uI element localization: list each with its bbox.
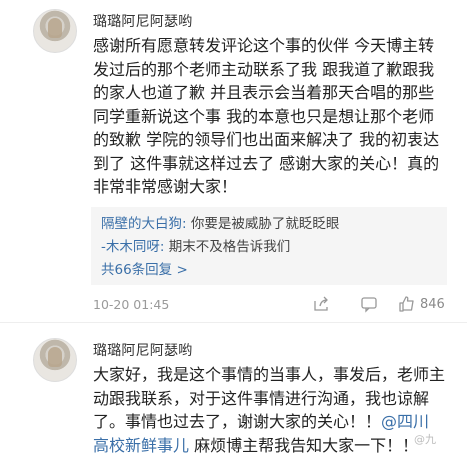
thumbs-up-icon	[398, 295, 416, 313]
divider	[0, 322, 467, 323]
share-icon	[312, 295, 330, 313]
like-action[interactable]: 846	[398, 292, 445, 316]
more-replies-link[interactable]: 共66条回复 >	[101, 259, 439, 282]
comment-username[interactable]: 璐璐阿尼阿瑟哟	[93, 340, 192, 360]
reply-user[interactable]: -木木同呀:	[101, 239, 164, 255]
avatar[interactable]	[33, 338, 77, 382]
reply-text: 期末不及格告诉我们	[164, 239, 291, 255]
reply-user[interactable]: 隔壁的大白狗:	[101, 216, 187, 232]
reply-text: 你要是被威胁了就眨眨眼	[186, 216, 340, 232]
reply-item[interactable]: 隔壁的大白狗: 你要是被威胁了就眨眨眼	[101, 213, 439, 236]
watermark: @九	[414, 433, 436, 446]
like-count: 846	[420, 296, 445, 312]
comment-text: 感谢所有愿意转发评论这个事的伙伴 今天博主转发过后的那个老师主动联系了我 跟我道…	[93, 36, 440, 196]
comment-text: 大家好，我是这个事情的当事人，事发后，老师主动跟我联系，对于这件事情进行沟通，我…	[93, 363, 445, 457]
comment-username[interactable]: 璐璐阿尼阿瑟哟	[93, 11, 192, 31]
comment-action[interactable]	[360, 292, 378, 316]
share-action[interactable]	[312, 292, 330, 316]
timestamp: 10-20 01:45	[93, 297, 170, 312]
avatar[interactable]	[33, 9, 77, 53]
comment-text-part: 麻烦博主帮我告知大家一下！！	[189, 435, 419, 455]
reply-item[interactable]: -木木同呀: 期末不及格告诉我们	[101, 236, 439, 259]
comment-icon	[360, 295, 378, 313]
reply-box: 隔壁的大白狗: 你要是被威胁了就眨眨眼 -木木同呀: 期末不及格告诉我们 共66…	[91, 207, 447, 285]
